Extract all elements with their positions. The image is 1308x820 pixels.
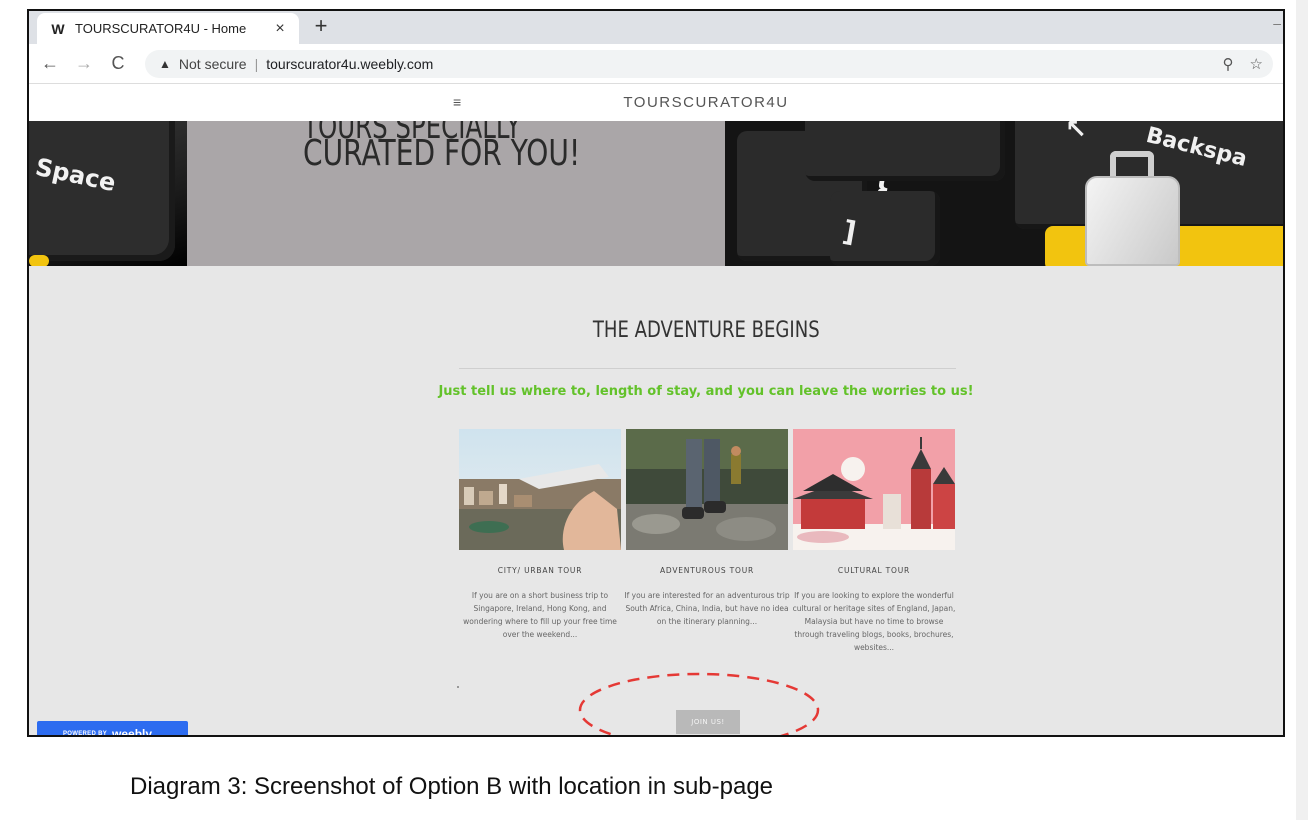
suitcase-image — [1085, 176, 1180, 266]
weebly-w-icon: W — [51, 20, 65, 37]
back-button[interactable]: ← — [33, 53, 67, 74]
annotation-ellipse — [578, 672, 820, 735]
badge-brand-text: weebly — [112, 726, 153, 737]
browser-tab[interactable]: W TOURSCURATOR4U - Home × — [37, 13, 299, 44]
site-header: ≡ TOURSCURATOR4U — [29, 84, 1283, 121]
city-tour-image[interactable] — [459, 429, 621, 550]
site-name[interactable]: TOURSCURATOR4U — [29, 94, 1283, 111]
reload-button[interactable]: C — [101, 53, 135, 74]
close-tab-icon[interactable]: × — [269, 20, 291, 38]
card-heading[interactable]: ADVENTUROUS TOUR — [626, 566, 788, 575]
page-edge-strip — [1296, 0, 1308, 820]
powered-by-weebly-badge[interactable]: POWERED BY weebly — [37, 721, 188, 737]
card-heading[interactable]: CULTURAL TOUR — [793, 566, 955, 575]
keyboard-image-right: } ] Backspa ↖ — [725, 121, 1283, 266]
address-actions: ⚲ ☆ — [1223, 55, 1263, 73]
section-title: THE ADVENTURE BEGINS — [29, 318, 1283, 343]
section-divider — [459, 368, 956, 369]
address-separator: | — [254, 56, 259, 72]
figure-caption: Diagram 3: Screenshot of Option B with l… — [130, 773, 774, 800]
card-text: If you are interested for an adventurous… — [624, 591, 790, 626]
new-tab-button[interactable]: + — [309, 15, 333, 39]
security-label: Not secure — [178, 56, 247, 72]
main-section: THE ADVENTURE BEGINS Just tell us where … — [29, 266, 1283, 737]
minimize-icon[interactable]: – — [1273, 15, 1281, 31]
adventurous-tour-image[interactable] — [626, 429, 788, 550]
arrow-glyph: ↖ — [1065, 121, 1087, 145]
tagline: Just tell us where to, length of stay, a… — [438, 384, 974, 399]
stray-dot — [457, 686, 459, 688]
figure-canvas: { "browser": { "tab_title": "TOURSCURATO… — [0, 0, 1308, 820]
tab-title: TOURSCURATOR4U - Home — [75, 21, 247, 36]
tab-strip: W TOURSCURATOR4U - Home × + – — [29, 11, 1283, 44]
warning-icon[interactable]: ▲ — [159, 57, 171, 71]
url-text[interactable]: tourscurator4u.weebly.com — [266, 56, 433, 72]
yellow-key-image — [29, 255, 49, 266]
address-bar[interactable]: ▲ Not secure | tourscurator4u.weebly.com… — [145, 50, 1273, 78]
browser-toolbar: ← → C ▲ Not secure | tourscurator4u.weeb… — [29, 44, 1283, 84]
card-text: If you are looking to explore the wonder… — [792, 591, 956, 652]
badge-powered-text: POWERED BY — [63, 730, 108, 737]
forward-button[interactable]: → — [67, 53, 101, 74]
arrow-key-image — [805, 121, 1005, 181]
cultural-tour-image[interactable] — [793, 429, 955, 550]
zoom-icon[interactable]: ⚲ — [1223, 55, 1234, 73]
card-heading[interactable]: CITY/ URBAN TOUR — [459, 566, 621, 575]
section-title-text: THE ADVENTURE BEGINS — [592, 318, 820, 343]
keyboard-image-left: Space — [29, 121, 187, 266]
browser-window: W TOURSCURATOR4U - Home × + – ← → C ▲ No… — [27, 9, 1285, 737]
card-text: If you are on a short business trip to S… — [463, 591, 617, 639]
hero-banner: Space TOURS SPECIALLY CURATED FOR YOU! }… — [29, 121, 1283, 266]
bookmark-star-icon[interactable]: ☆ — [1250, 55, 1263, 73]
hero-title-line2: CURATED FOR YOU! — [303, 133, 581, 174]
